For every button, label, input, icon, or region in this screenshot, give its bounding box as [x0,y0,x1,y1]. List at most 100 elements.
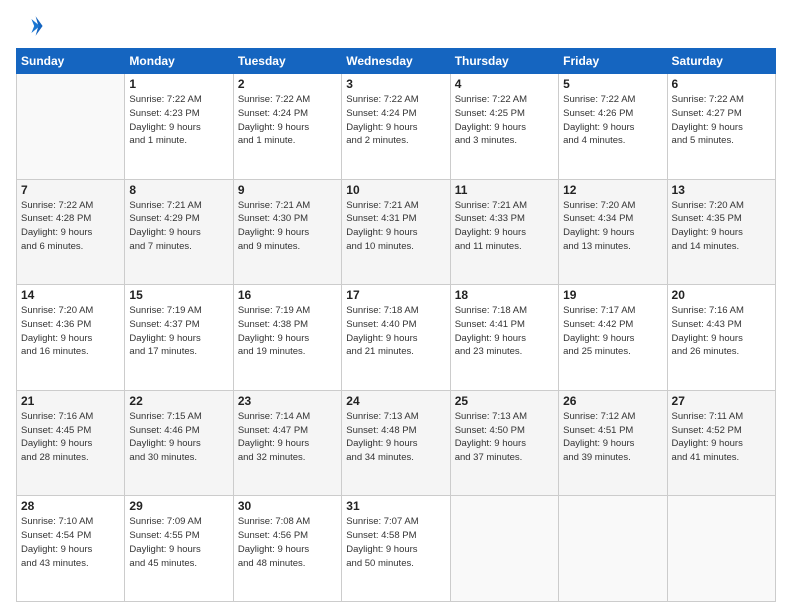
day-info: Sunrise: 7:22 AM Sunset: 4:24 PM Dayligh… [346,93,445,148]
day-header-tuesday: Tuesday [233,49,341,74]
day-number: 26 [563,394,662,408]
calendar-cell: 7 Sunrise: 7:22 AM Sunset: 4:28 PM Daylig… [17,179,125,285]
day-info: Sunrise: 7:17 AM Sunset: 4:42 PM Dayligh… [563,304,662,359]
calendar-cell: 19 Sunrise: 7:17 AM Sunset: 4:42 PM Dayli… [559,285,667,391]
calendar-cell: 8Sunrise: 7:21 AM Sunset: 4:29 PM Daylig… [125,179,233,285]
calendar-cell: 18Sunrise: 7:18 AM Sunset: 4:41 PM Dayli… [450,285,558,391]
calendar-cell: 12 Sunrise: 7:20 AM Sunset: 4:34 PM Dayli… [559,179,667,285]
calendar-cell: 5 Sunrise: 7:22 AM Sunset: 4:26 PM Daylig… [559,74,667,180]
day-info: Sunrise: 7:12 AM Sunset: 4:51 PM Dayligh… [563,410,662,465]
day-number: 1 [129,77,228,91]
calendar-cell: 10 Sunrise: 7:21 AM Sunset: 4:31 PM Dayli… [342,179,450,285]
day-number: 25 [455,394,554,408]
day-number: 15 [129,288,228,302]
day-info: Sunrise: 7:09 AM Sunset: 4:55 PM Dayligh… [129,515,228,570]
calendar-cell: 1 Sunrise: 7:22 AM Sunset: 4:23 PM Daylig… [125,74,233,180]
header [16,12,776,40]
calendar-cell: 20Sunrise: 7:16 AM Sunset: 4:43 PM Dayli… [667,285,775,391]
day-info: Sunrise: 7:18 AM Sunset: 4:41 PM Dayligh… [455,304,554,359]
calendar-cell: 16 Sunrise: 7:19 AM Sunset: 4:38 PM Dayli… [233,285,341,391]
calendar-cell: 15Sunrise: 7:19 AM Sunset: 4:37 PM Dayli… [125,285,233,391]
day-info: Sunrise: 7:19 AM Sunset: 4:38 PM Dayligh… [238,304,337,359]
day-info: Sunrise: 7:21 AM Sunset: 4:31 PM Dayligh… [346,199,445,254]
calendar-cell [450,496,558,602]
day-info: Sunrise: 7:07 AM Sunset: 4:58 PM Dayligh… [346,515,445,570]
logo-icon [16,12,44,40]
page: SundayMondayTuesdayWednesdayThursdayFrid… [0,0,792,612]
day-number: 19 [563,288,662,302]
day-info: Sunrise: 7:22 AM Sunset: 4:24 PM Dayligh… [238,93,337,148]
day-number: 2 [238,77,337,91]
day-info: Sunrise: 7:22 AM Sunset: 4:28 PM Dayligh… [21,199,120,254]
day-info: Sunrise: 7:21 AM Sunset: 4:33 PM Dayligh… [455,199,554,254]
day-info: Sunrise: 7:18 AM Sunset: 4:40 PM Dayligh… [346,304,445,359]
calendar-table: SundayMondayTuesdayWednesdayThursdayFrid… [16,48,776,602]
calendar-cell: 22Sunrise: 7:15 AM Sunset: 4:46 PM Dayli… [125,390,233,496]
day-info: Sunrise: 7:20 AM Sunset: 4:34 PM Dayligh… [563,199,662,254]
day-header-monday: Monday [125,49,233,74]
calendar-header-row: SundayMondayTuesdayWednesdayThursdayFrid… [17,49,776,74]
day-number: 17 [346,288,445,302]
logo [16,12,48,40]
calendar-cell: 29 Sunrise: 7:09 AM Sunset: 4:55 PM Dayli… [125,496,233,602]
day-number: 5 [563,77,662,91]
day-info: Sunrise: 7:15 AM Sunset: 4:46 PM Dayligh… [129,410,228,465]
day-number: 6 [672,77,771,91]
day-number: 20 [672,288,771,302]
day-number: 31 [346,499,445,513]
calendar-week-3: 14 Sunrise: 7:20 AM Sunset: 4:36 PM Dayli… [17,285,776,391]
day-info: Sunrise: 7:10 AM Sunset: 4:54 PM Dayligh… [21,515,120,570]
calendar-week-5: 28 Sunrise: 7:10 AM Sunset: 4:54 PM Dayli… [17,496,776,602]
calendar-cell: 9 Sunrise: 7:21 AM Sunset: 4:30 PM Daylig… [233,179,341,285]
day-number: 14 [21,288,120,302]
calendar-cell: 21Sunrise: 7:16 AM Sunset: 4:45 PM Dayli… [17,390,125,496]
day-number: 21 [21,394,120,408]
day-number: 7 [21,183,120,197]
day-info: Sunrise: 7:22 AM Sunset: 4:23 PM Dayligh… [129,93,228,148]
day-info: Sunrise: 7:22 AM Sunset: 4:26 PM Dayligh… [563,93,662,148]
day-info: Sunrise: 7:22 AM Sunset: 4:25 PM Dayligh… [455,93,554,148]
day-number: 9 [238,183,337,197]
day-number: 30 [238,499,337,513]
calendar-cell: 4 Sunrise: 7:22 AM Sunset: 4:25 PM Daylig… [450,74,558,180]
calendar-cell: 28 Sunrise: 7:10 AM Sunset: 4:54 PM Dayli… [17,496,125,602]
day-header-wednesday: Wednesday [342,49,450,74]
calendar-cell: 13 Sunrise: 7:20 AM Sunset: 4:35 PM Dayli… [667,179,775,285]
day-info: Sunrise: 7:20 AM Sunset: 4:35 PM Dayligh… [672,199,771,254]
day-number: 28 [21,499,120,513]
day-header-friday: Friday [559,49,667,74]
day-number: 10 [346,183,445,197]
day-number: 16 [238,288,337,302]
calendar-cell: 26 Sunrise: 7:12 AM Sunset: 4:51 PM Dayli… [559,390,667,496]
calendar-cell: 2 Sunrise: 7:22 AM Sunset: 4:24 PM Daylig… [233,74,341,180]
day-number: 12 [563,183,662,197]
day-header-thursday: Thursday [450,49,558,74]
calendar-cell: 14 Sunrise: 7:20 AM Sunset: 4:36 PM Dayli… [17,285,125,391]
day-number: 29 [129,499,228,513]
calendar-week-4: 21Sunrise: 7:16 AM Sunset: 4:45 PM Dayli… [17,390,776,496]
day-info: Sunrise: 7:13 AM Sunset: 4:48 PM Dayligh… [346,410,445,465]
day-info: Sunrise: 7:13 AM Sunset: 4:50 PM Dayligh… [455,410,554,465]
day-info: Sunrise: 7:21 AM Sunset: 4:30 PM Dayligh… [238,199,337,254]
day-number: 3 [346,77,445,91]
calendar-week-1: 1 Sunrise: 7:22 AM Sunset: 4:23 PM Daylig… [17,74,776,180]
calendar-cell [17,74,125,180]
day-info: Sunrise: 7:08 AM Sunset: 4:56 PM Dayligh… [238,515,337,570]
day-header-saturday: Saturday [667,49,775,74]
calendar-cell: 31 Sunrise: 7:07 AM Sunset: 4:58 PM Dayli… [342,496,450,602]
day-number: 13 [672,183,771,197]
day-info: Sunrise: 7:14 AM Sunset: 4:47 PM Dayligh… [238,410,337,465]
day-number: 24 [346,394,445,408]
calendar-cell: 3 Sunrise: 7:22 AM Sunset: 4:24 PM Daylig… [342,74,450,180]
day-number: 4 [455,77,554,91]
calendar-cell [559,496,667,602]
calendar-cell: 27Sunrise: 7:11 AM Sunset: 4:52 PM Dayli… [667,390,775,496]
day-number: 8 [129,183,228,197]
day-info: Sunrise: 7:20 AM Sunset: 4:36 PM Dayligh… [21,304,120,359]
calendar-cell: 23Sunrise: 7:14 AM Sunset: 4:47 PM Dayli… [233,390,341,496]
day-info: Sunrise: 7:22 AM Sunset: 4:27 PM Dayligh… [672,93,771,148]
day-number: 11 [455,183,554,197]
calendar-cell: 30 Sunrise: 7:08 AM Sunset: 4:56 PM Dayli… [233,496,341,602]
day-header-sunday: Sunday [17,49,125,74]
calendar-cell: 24 Sunrise: 7:13 AM Sunset: 4:48 PM Dayli… [342,390,450,496]
